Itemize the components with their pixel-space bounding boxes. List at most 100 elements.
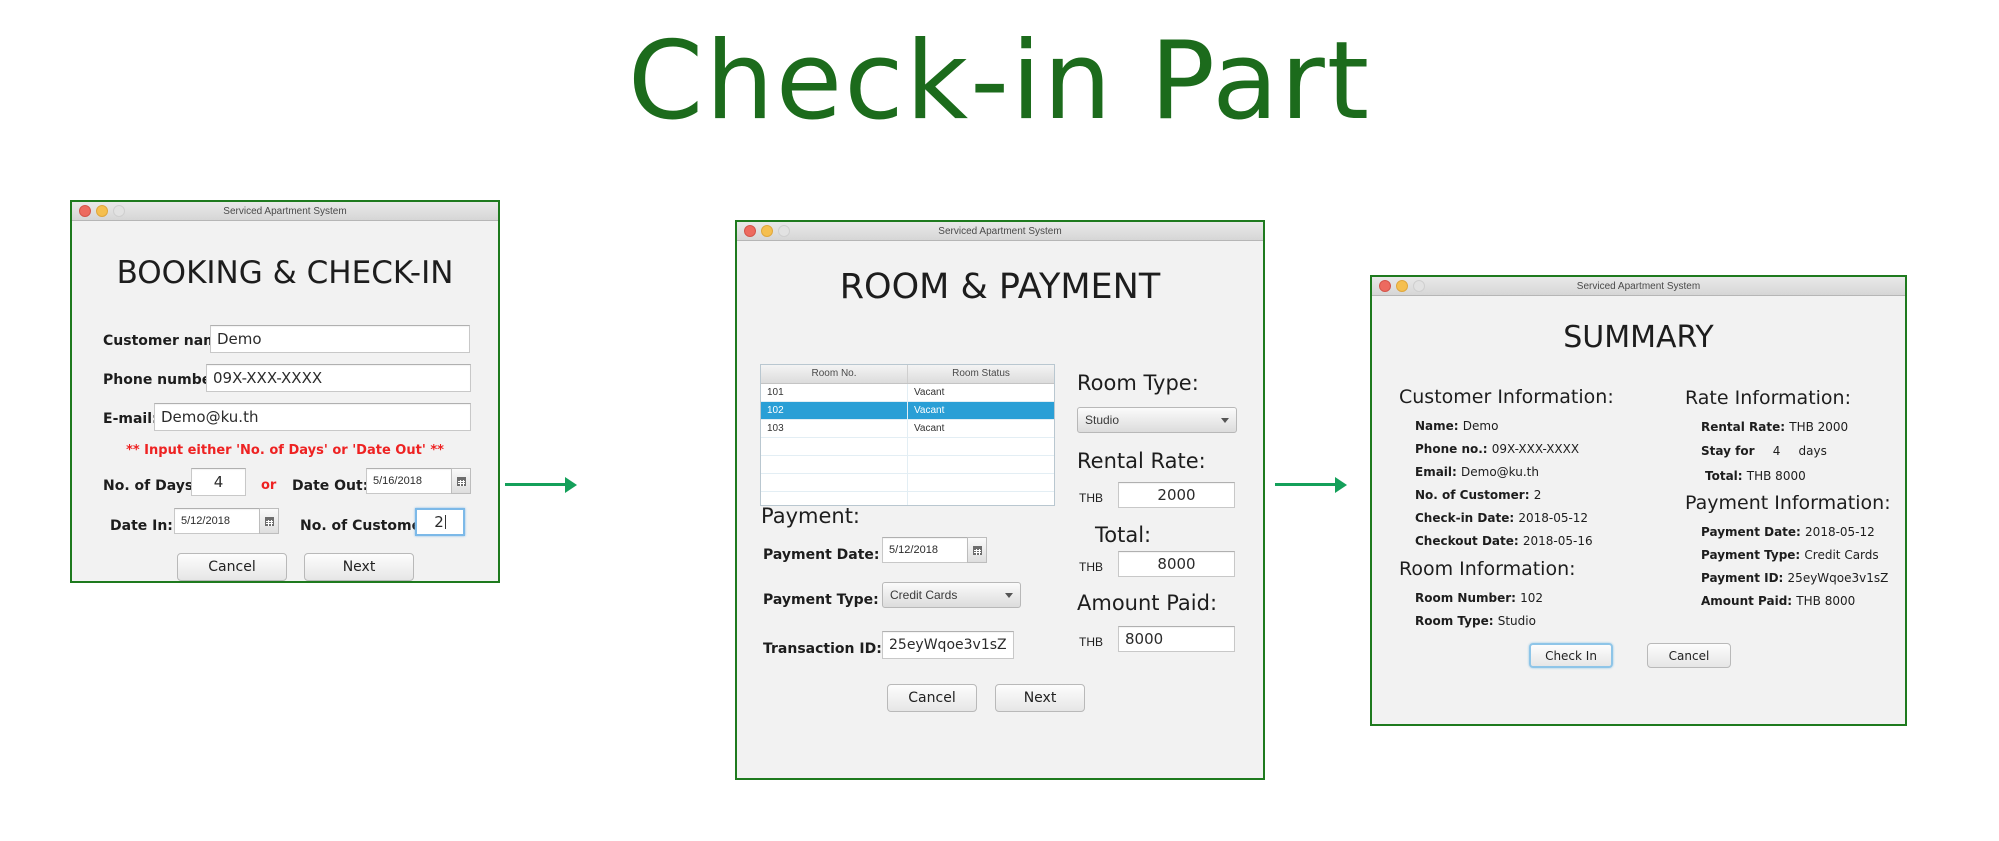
label-no-of-days: No. of Days: xyxy=(103,478,199,494)
table-row-empty[interactable] xyxy=(761,456,1054,474)
next-button[interactable]: Next xyxy=(304,553,414,581)
window-booking-checkin: Serviced Apartment System BOOKING & CHEC… xyxy=(70,200,500,583)
check-in-button[interactable]: Check In xyxy=(1529,643,1613,668)
page-title: Check-in Part xyxy=(627,19,1372,144)
table-row-empty[interactable] xyxy=(761,438,1054,456)
cancel-button[interactable]: Cancel xyxy=(1647,643,1731,668)
rental-rate-currency: THB xyxy=(1079,491,1103,505)
window3-titlebar[interactable]: Serviced Apartment System xyxy=(1372,277,1905,296)
table-row-empty[interactable] xyxy=(761,474,1054,492)
room-information-heading: Room Information: xyxy=(1399,558,1576,580)
room-type-select[interactable]: Studio xyxy=(1077,407,1237,433)
date-in-calendar-button[interactable] xyxy=(259,508,279,534)
label-date-in: Date In: xyxy=(110,518,173,534)
amount-paid-input[interactable]: 8000 xyxy=(1118,626,1235,652)
summary-item-room-type: Room Type: Studio xyxy=(1415,614,1536,628)
rental-rate-label: Rental Rate: xyxy=(1077,449,1206,473)
window-summary: Serviced Apartment System SUMMARY Custom… xyxy=(1370,275,1907,726)
summary-value: THB 8000 xyxy=(1746,469,1806,483)
payment-type-value: Credit Cards xyxy=(890,588,958,602)
summary-label: Rental Rate: xyxy=(1701,420,1786,434)
arrow-1-head xyxy=(565,477,577,493)
summary-label: Room Type: xyxy=(1415,614,1494,628)
label-no-of-customer: No. of Customer: xyxy=(300,518,434,534)
next-button[interactable]: Next xyxy=(995,684,1085,712)
cancel-button[interactable]: Cancel xyxy=(887,684,977,712)
date-in-field[interactable]: 5/12/2018 xyxy=(174,508,279,534)
date-in-input[interactable]: 5/12/2018 xyxy=(174,508,259,534)
payment-date-field[interactable]: 5/12/2018 xyxy=(882,537,987,563)
email-input[interactable]: Demo@ku.th xyxy=(154,403,471,431)
window-room-payment: Serviced Apartment System ROOM & PAYMENT… xyxy=(735,220,1265,780)
cell-room-no: 102 xyxy=(767,405,784,416)
payment-information-heading: Payment Information: xyxy=(1685,492,1891,514)
phone-number-input[interactable]: 09X-XXX-XXXX xyxy=(206,364,471,392)
summary-value: Demo@ku.th xyxy=(1461,465,1539,479)
table-row[interactable]: 103 Vacant xyxy=(761,420,1054,438)
no-of-days-input[interactable]: 4 xyxy=(191,468,246,496)
date-out-calendar-button[interactable] xyxy=(451,468,471,494)
arrow-1 xyxy=(505,483,565,486)
customer-name-input[interactable]: Demo xyxy=(210,325,470,353)
summary-value: 2018-05-16 xyxy=(1522,534,1593,548)
rental-rate-input[interactable]: 2000 xyxy=(1118,482,1235,508)
summary-item-checkin-date: Check-in Date: 2018-05-12 xyxy=(1415,511,1588,525)
summary-item-payment-id: Payment ID: 25eyWqoe3v1sZ xyxy=(1701,571,1888,585)
total-currency: THB xyxy=(1079,560,1103,574)
no-of-customer-input[interactable]: 2 xyxy=(415,508,465,536)
window2-titlebar[interactable]: Serviced Apartment System xyxy=(737,222,1263,241)
calendar-icon xyxy=(264,516,274,526)
room-table-header: Room No. Room Status xyxy=(761,365,1054,384)
summary-item-stay-for: Stay for 4 days xyxy=(1701,444,1827,458)
summary-value: THB 8000 xyxy=(1796,594,1856,608)
transaction-id-input[interactable]: 25eyWqoe3v1sZ xyxy=(882,631,1014,659)
arrow-2 xyxy=(1275,483,1335,486)
summary-item-no-of-customer: No. of Customer: 2 xyxy=(1415,488,1541,502)
total-input[interactable]: 8000 xyxy=(1118,551,1235,577)
chevron-down-icon xyxy=(1221,417,1229,423)
summary-item-amount-paid: Amount Paid: THB 8000 xyxy=(1701,594,1855,608)
no-of-customer-value: 2 xyxy=(434,513,444,531)
payment-date-calendar-button[interactable] xyxy=(967,537,987,563)
payment-date-input[interactable]: 5/12/2018 xyxy=(882,537,967,563)
payment-type-select[interactable]: Credit Cards xyxy=(882,582,1021,608)
summary-value: 2018-05-12 xyxy=(1805,525,1875,539)
summary-label: Total: xyxy=(1705,469,1743,483)
date-out-field[interactable]: 5/16/2018 xyxy=(366,468,471,494)
window1-title-text: Serviced Apartment System xyxy=(223,205,347,217)
text-caret xyxy=(444,515,446,529)
label-payment-date: Payment Date: xyxy=(763,547,880,563)
summary-value: Credit Cards xyxy=(1804,548,1879,562)
date-out-input[interactable]: 5/16/2018 xyxy=(366,468,451,494)
arrow-2-head xyxy=(1335,477,1347,493)
room-table[interactable]: Room No. Room Status 101 Vacant 102 Vaca… xyxy=(760,364,1055,506)
summary-item-name: Name: Demo xyxy=(1415,419,1498,433)
column-room-status: Room Status xyxy=(907,365,1054,383)
summary-item-checkout-date: Checkout Date: 2018-05-16 xyxy=(1415,534,1593,548)
summary-label: Payment Date: xyxy=(1701,525,1801,539)
summary-value: 09X-XXX-XXXX xyxy=(1491,442,1580,456)
cell-room-no: 101 xyxy=(767,387,784,398)
summary-item-total: Total: THB 8000 xyxy=(1705,469,1806,483)
calendar-icon xyxy=(456,476,466,486)
summary-value: 2 xyxy=(1533,488,1542,502)
summary-label: Name: xyxy=(1415,419,1459,433)
cancel-button[interactable]: Cancel xyxy=(177,553,287,581)
input-warning-text: ** Input either 'No. of Days' or 'Date O… xyxy=(126,443,444,458)
summary-value: 25eyWqoe3v1sZ xyxy=(1787,571,1889,585)
room-type-value: Studio xyxy=(1085,413,1120,427)
table-row-selected[interactable]: 102 Vacant xyxy=(761,402,1054,420)
column-room-no: Room No. xyxy=(811,368,857,379)
summary-label: Email: xyxy=(1415,465,1457,479)
label-payment-type: Payment Type: xyxy=(763,592,879,608)
window1-titlebar[interactable]: Serviced Apartment System xyxy=(72,202,498,221)
window2-title-text: Serviced Apartment System xyxy=(938,225,1062,237)
window1-heading: BOOKING & CHECK-IN xyxy=(116,255,454,291)
table-row[interactable]: 101 Vacant xyxy=(761,384,1054,402)
summary-label: Room Number: xyxy=(1415,591,1516,605)
summary-label: No. of Customer: xyxy=(1415,488,1530,502)
summary-label: Payment ID: xyxy=(1701,571,1784,585)
label-transaction-id: Transaction ID: xyxy=(763,641,882,657)
summary-item-payment-date: Payment Date: 2018-05-12 xyxy=(1701,525,1875,539)
cell-room-status: Vacant xyxy=(907,402,1054,419)
